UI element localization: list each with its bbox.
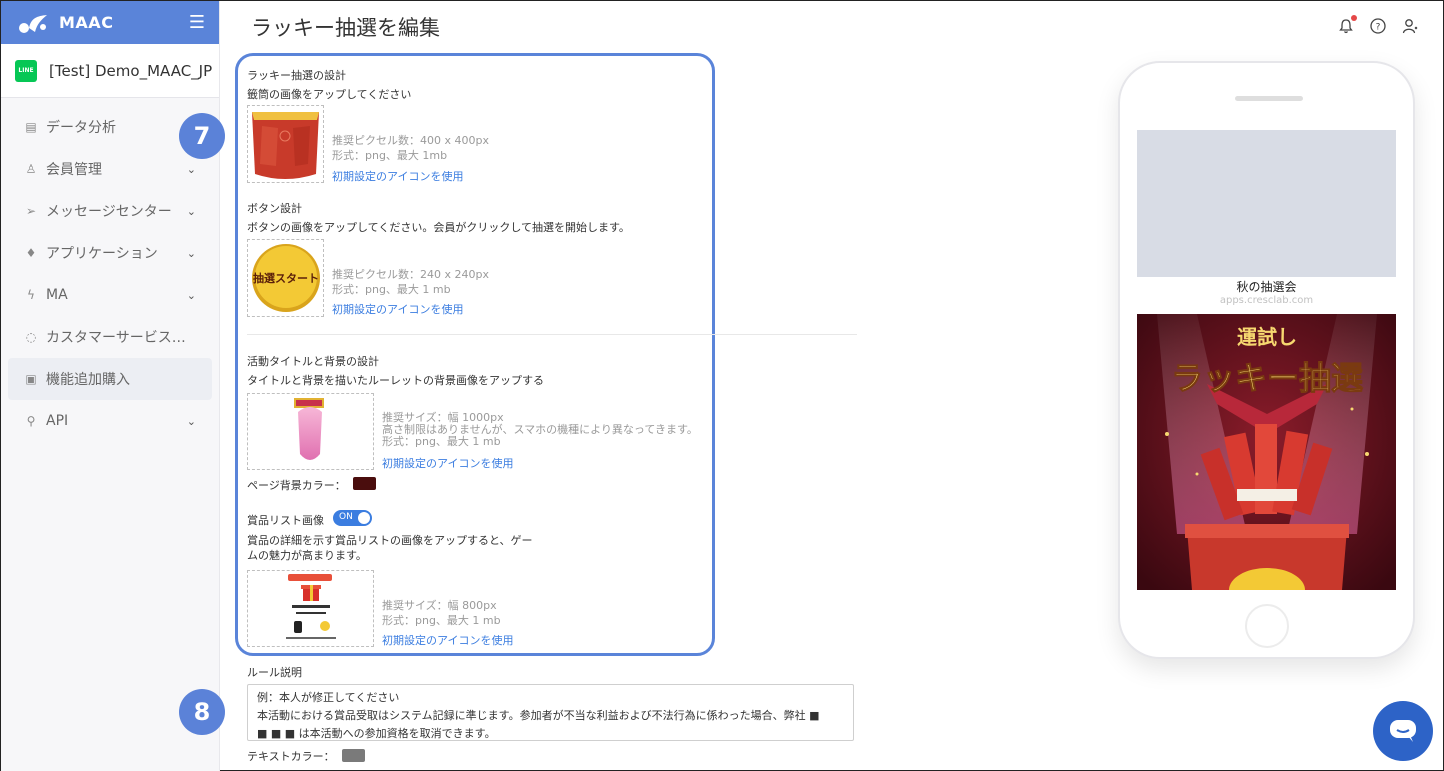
step-badge-7: 7 <box>179 113 225 159</box>
help-icon[interactable]: ? <box>1369 17 1387 35</box>
user-profile-icon[interactable] <box>1401 17 1419 35</box>
rules-textarea[interactable]: 例：本人が修正してください 本活動における賞品受取はシステム記録に準じます。参加… <box>247 684 854 741</box>
background-image-hints: 推奨サイズ：幅 1000px 高さ制限はありませんが、スマホの機種により異なって… <box>382 411 698 448</box>
sidebar-item-customer-service[interactable]: ◌ カスタマーサービスチャット <box>8 316 212 358</box>
sidebar-item-label: 会員管理 <box>46 162 102 178</box>
background-image-desc: タイトルと背景を描いたルーレットの背景画像をアップする <box>247 374 544 387</box>
rules-title: ルール説明 <box>247 666 302 679</box>
chat-icon: ◌ <box>25 330 37 344</box>
start-button-image: 抽選スタート <box>252 244 320 312</box>
prize-image-desc: 賞品の詳細を示す賞品リストの画像をアップすると、ゲー ムの魅力が高まります。 <box>247 534 533 562</box>
sidebar-item-label: カスタマーサービスチャット <box>46 330 196 346</box>
step-badge-8: 8 <box>179 689 225 735</box>
sidebar-item-label: データ分析 <box>46 120 116 136</box>
lottery-image-hints: 推奨ピクセル数：400 x 400px 形式：png、最大 1mb <box>332 134 489 162</box>
use-default-icon-link[interactable]: 初期設定のアイコンを使用 <box>332 168 463 184</box>
preview-title-bar: 秋の抽選会 apps.cresclab.com <box>1137 277 1396 314</box>
phone-home-button <box>1245 604 1289 648</box>
button-image-desc: ボタンの画像をアップしてください。会員がクリックして抽選を開始します。 <box>247 221 630 234</box>
use-default-icon-link[interactable]: 初期設定のアイコンを使用 <box>382 455 513 471</box>
maac-logo-icon <box>19 14 47 33</box>
prize-list-toggle[interactable]: ON <box>333 510 372 526</box>
line-icon: LINE <box>15 59 37 82</box>
page-bg-color-swatch[interactable] <box>353 477 376 490</box>
chevron-down-icon: ⌄ <box>186 162 196 176</box>
page-title: ラッキー抽選を編集 <box>251 16 440 40</box>
notification-dot <box>1351 15 1357 21</box>
store-icon: ▣ <box>25 372 37 386</box>
chevron-down-icon: ⌄ <box>186 288 196 302</box>
prize-image-upload[interactable] <box>247 570 374 647</box>
rules-line: ■ ■ ■ は本活動への参加資格を取消できます。 <box>257 727 496 740</box>
phone-speaker <box>1235 96 1303 101</box>
brand-bar: MAAC ☰ <box>1 1 219 44</box>
text-color-swatch[interactable] <box>342 749 365 762</box>
sidebar-item-label: 機能追加購入 <box>46 372 130 388</box>
preview-title: 秋の抽選会 <box>1236 280 1297 294</box>
user-icon: ♙ <box>25 162 37 176</box>
button-image-upload[interactable]: 抽選スタート <box>247 239 324 317</box>
sidebar-item-api[interactable]: ⚲ API ⌄ <box>8 400 212 442</box>
account-switcher[interactable]: LINE [Test] Demo_MAAC_JP <box>1 44 219 98</box>
button-image-hints: 推奨ピクセル数：240 x 240px 形式：png、最大 1 mb <box>332 268 489 296</box>
sidebar-item-members[interactable]: ♙ 会員管理 ⌄ <box>8 148 212 190</box>
svg-text:?: ? <box>1376 23 1381 33</box>
preview-banner-top: 運試し <box>1237 325 1297 349</box>
chat-bubble-icon <box>1390 720 1416 742</box>
sidebar-item-applications[interactable]: ♦ アプリケーション ⌄ <box>8 232 212 274</box>
section-divider <box>247 334 857 335</box>
prize-section-title: 賞品リスト画像 <box>247 514 324 527</box>
sidebar-item-label: MA <box>46 287 68 303</box>
background-image-thumbnail <box>294 398 324 460</box>
account-name: [Test] Demo_MAAC_JP <box>49 61 213 80</box>
rules-line: 本活動における賞品受取はシステム記録に準じます。参加者が不当な利益および不法行為… <box>257 709 820 722</box>
design-section-title: ラッキー抽選の設計 <box>247 69 346 82</box>
lottery-image-desc: 籤筒の画像をアップしてください <box>247 88 412 101</box>
send-icon: ➢ <box>25 204 37 218</box>
sidebar: MAAC ☰ LINE [Test] Demo_MAAC_JP ▤ データ分析 … <box>1 1 220 771</box>
page-bg-color-label: ページ背景カラー： <box>247 479 346 492</box>
rules-line: 例：本人が修正してください <box>257 691 400 704</box>
preview-banner-main: ラッキー抽選 <box>1171 359 1363 397</box>
chevron-down-icon: ⌄ <box>186 246 196 260</box>
text-color-label: テキストカラー： <box>247 750 335 763</box>
sidebar-item-message-center[interactable]: ➢ メッセージセンター ⌄ <box>8 190 212 232</box>
sidebar-item-label: API <box>46 413 69 429</box>
background-image-upload[interactable] <box>247 393 374 470</box>
toggle-knob <box>358 512 370 524</box>
sidebar-item-feature-purchase[interactable]: ▣ 機能追加購入 <box>8 358 212 400</box>
preview-url: apps.cresclab.com <box>1219 295 1314 306</box>
start-button-text: 抽選スタート <box>253 271 319 285</box>
brand-name: MAAC <box>59 13 114 32</box>
use-default-icon-link[interactable]: 初期設定のアイコンを使用 <box>382 632 513 648</box>
bell-icon[interactable] <box>1337 15 1357 35</box>
api-icon: ⚲ <box>26 414 36 428</box>
button-section-title: ボタン設計 <box>247 202 302 215</box>
lottery-preview-image: 運試し ラッキー抽選 <box>1137 314 1396 590</box>
sidebar-item-label: メッセージセンター <box>46 204 172 220</box>
support-chat-button[interactable] <box>1373 701 1433 761</box>
use-default-icon-link[interactable]: 初期設定のアイコンを使用 <box>332 301 463 317</box>
prize-image-hints: 推奨サイズ：幅 800px 形式：png、最大 1 mb <box>382 599 501 627</box>
lottery-image-upload[interactable] <box>247 105 324 183</box>
chart-icon: ▤ <box>25 120 37 134</box>
lightning-icon: ϟ <box>27 288 35 302</box>
lottery-box-image <box>252 112 319 179</box>
preview-game-area: 運試し ラッキー抽選 <box>1137 314 1396 590</box>
toggle-label: ON <box>339 512 353 522</box>
sidebar-item-label: アプリケーション <box>46 246 158 262</box>
chevron-down-icon: ⌄ <box>186 204 196 218</box>
background-section-title: 活動タイトルと背景の設計 <box>247 355 379 368</box>
prize-list-thumbnail <box>286 574 336 639</box>
sidebar-item-ma[interactable]: ϟ MA ⌄ <box>8 274 212 316</box>
header-actions: ? <box>1337 15 1419 35</box>
rocket-icon: ♦ <box>25 246 37 260</box>
hamburger-menu-icon[interactable]: ☰ <box>189 12 205 33</box>
chevron-down-icon: ⌄ <box>186 414 196 428</box>
preview-header-area <box>1137 130 1396 277</box>
